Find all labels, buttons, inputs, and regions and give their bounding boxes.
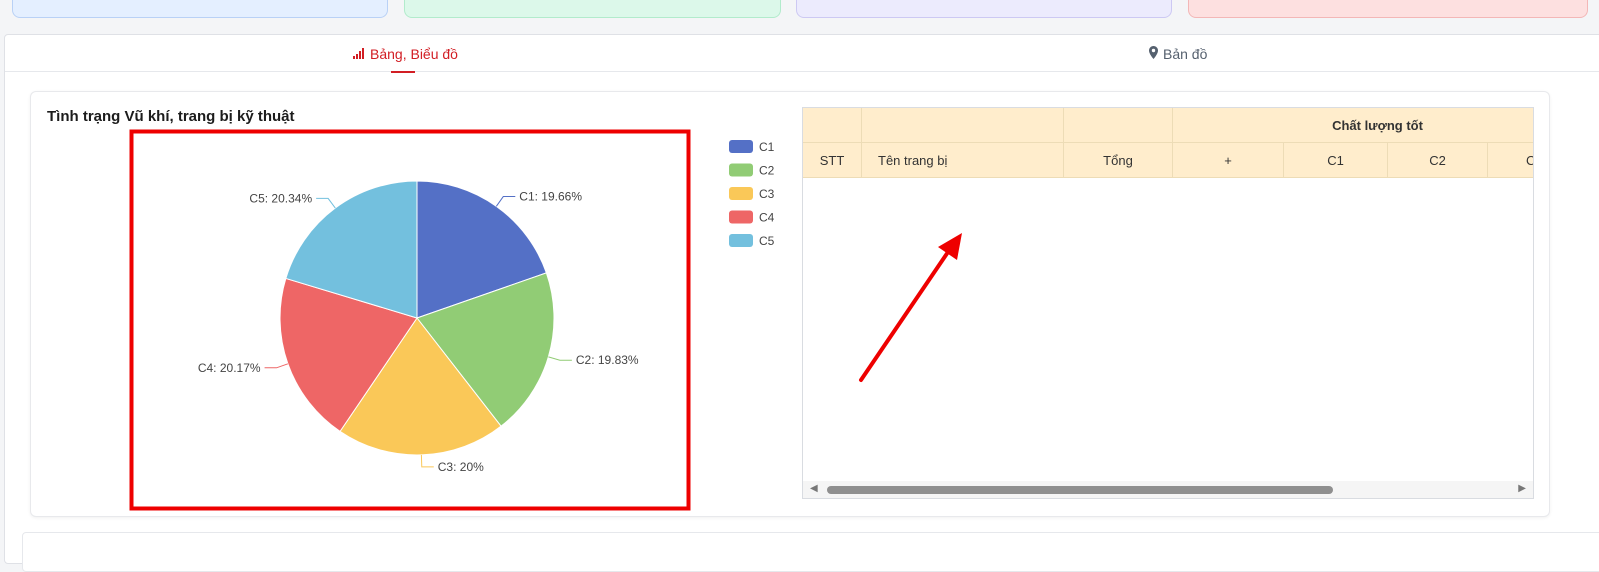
main-panel: Bảng, Biểu đồ Bản đồ Tình trạng Vũ khí, …: [4, 34, 1599, 564]
scroll-right-icon[interactable]: ▶: [1518, 484, 1526, 494]
stat-card-green[interactable]: [404, 0, 781, 18]
header-c3-partial[interactable]: C: [1488, 143, 1533, 178]
header-c2[interactable]: C2: [1388, 143, 1488, 178]
stat-card-purple[interactable]: [796, 0, 1172, 18]
tab-bar: Bảng, Biểu đồ Bản đồ: [5, 35, 1599, 73]
header-blank-3: [1064, 108, 1173, 143]
tab-map-label: Bản đồ: [1163, 45, 1208, 62]
scroll-left-icon[interactable]: ◀: [810, 484, 818, 494]
equipment-status-card: Tình trạng Vũ khí, trang bị kỹ thuật C1:…: [30, 91, 1550, 517]
legend-label-c5[interactable]: C5: [759, 234, 775, 248]
legend-swatch-c1[interactable]: [729, 140, 753, 153]
active-tab-indicator: [391, 71, 415, 73]
header-equipment-name[interactable]: Tên trang bị: [862, 143, 1064, 178]
header-blank-1: [803, 108, 862, 143]
legend-label-c1[interactable]: C1: [759, 140, 775, 154]
pie-label-line-c3: [420, 454, 434, 468]
stat-cards: [0, 0, 1599, 20]
header-blank-2: [862, 108, 1064, 143]
tab-map[interactable]: Bản đồ: [1149, 35, 1207, 72]
header-good-quality: Chất lượng tốt: [1173, 108, 1533, 143]
legend-swatch-c4[interactable]: [729, 210, 753, 224]
legend-swatch-c2[interactable]: [729, 163, 753, 177]
bar-chart-icon: [353, 46, 365, 62]
bottom-panel: [22, 532, 1599, 572]
tab-chart-label: Bảng, Biểu đồ: [370, 45, 458, 62]
pie-label-c4: C4: 20.17%: [198, 361, 261, 375]
equipment-table: Chất lượng tốt STT Tên trang bị Tổng + C…: [802, 107, 1534, 499]
horizontal-scrollbar[interactable]: ◀ ▶: [803, 481, 1533, 498]
header-plus[interactable]: +: [1173, 143, 1284, 178]
pie-label-c2: C2: 19.83%: [576, 353, 639, 367]
pie-label-line-c4: [264, 363, 289, 369]
pie-label-line-c2: [548, 356, 572, 361]
scroll-thumb[interactable]: [827, 486, 1333, 494]
legend-label-c3[interactable]: C3: [759, 187, 775, 201]
pie-label-line-c5: [316, 197, 336, 209]
tab-chart-table[interactable]: Bảng, Biểu đồ: [353, 35, 458, 73]
map-marker-icon: [1149, 45, 1158, 62]
header-total[interactable]: Tổng: [1064, 143, 1173, 178]
legend-swatch-c3[interactable]: [729, 187, 753, 200]
table-header: Chất lượng tốt STT Tên trang bị Tổng + C…: [803, 108, 1533, 178]
pie-label-line-c1: [495, 196, 516, 207]
header-stt[interactable]: STT: [803, 143, 862, 178]
pie-label-c3: C3: 20%: [438, 460, 484, 474]
stat-card-red[interactable]: [1188, 0, 1588, 18]
pie-chart-area: C1: 19.66% C2: 19.83% C3: 20% C4: 20.17% C5:…: [31, 92, 801, 518]
stat-card-blue[interactable]: [12, 0, 388, 18]
legend-label-c2[interactable]: C2: [759, 164, 775, 178]
pie-chart: C1: 19.66% C2: 19.83% C3: 20% C4: 20.17% C5:…: [198, 140, 775, 474]
pie-label-c1: C1: 19.66%: [519, 190, 582, 204]
legend-label-c4[interactable]: C4: [759, 211, 775, 225]
pie-label-c5: C5: 20.34%: [249, 191, 312, 205]
legend-swatch-c5[interactable]: [729, 234, 753, 247]
header-c1[interactable]: C1: [1284, 143, 1388, 178]
